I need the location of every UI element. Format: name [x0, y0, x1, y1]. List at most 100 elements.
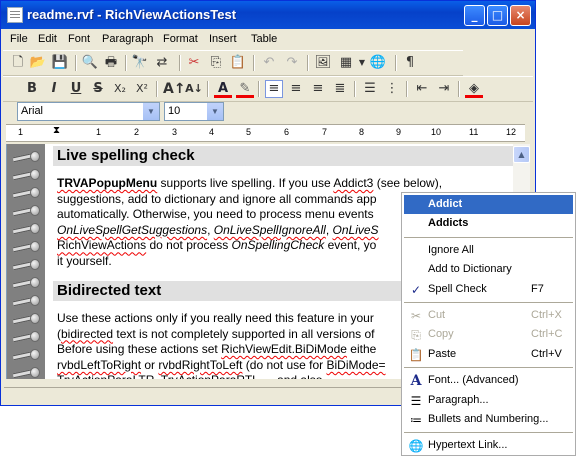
- font-icon: A: [410, 373, 422, 390]
- scroll-up-button[interactable]: ▲: [513, 146, 530, 163]
- minimize-button[interactable]: _: [464, 5, 485, 26]
- text-run: suggestions, add to dictionary and ignor…: [57, 191, 377, 206]
- ruler-mark: 12: [506, 127, 517, 137]
- print-icon[interactable]: 🖶: [102, 54, 120, 72]
- font-size-combo[interactable]: 10 ▼: [164, 102, 224, 121]
- standard-toolbar: 🗋 📂 💾 🔍 🖶 🔭 ⇄ ✂ ⎘ 📋 ↶ ↷ 🖼 ▦ ▼ 🌐 ¶: [3, 50, 463, 76]
- context-menu-item-addict[interactable]: Addict: [404, 195, 573, 214]
- text-run: Before using these actions set: [57, 342, 222, 357]
- increase-indent-icon[interactable]: ⇥: [435, 80, 453, 98]
- highlight-icon[interactable]: ✎: [236, 80, 254, 98]
- align-left-icon[interactable]: ≡: [265, 80, 283, 98]
- menu-item-label: Addict: [428, 198, 463, 210]
- superscript-icon[interactable]: X²: [133, 80, 151, 98]
- font-name-combo[interactable]: Arial ▼: [17, 102, 160, 121]
- menu-item-label: Font... (Advanced): [428, 374, 519, 387]
- ruler-mark: 9: [396, 127, 402, 137]
- context-menu-item-add-to-dictionary[interactable]: Add to Dictionary: [404, 260, 573, 279]
- numbering-icon[interactable]: ⋮: [383, 80, 401, 98]
- indent-marker-icon[interactable]: ⧗: [53, 125, 60, 136]
- context-menu-item-font-advanced[interactable]: A Font... (Advanced): [404, 371, 573, 390]
- misspelled-word: rvbdRightToLeft: [158, 357, 243, 372]
- menu-item-shortcut: Ctrl+X: [531, 309, 562, 321]
- context-menu-item-cut[interactable]: ✂ Cut Ctrl+X: [404, 306, 573, 325]
- copy-icon[interactable]: ⎘: [207, 54, 225, 72]
- chevron-down-icon[interactable]: ▼: [206, 103, 223, 120]
- context-menu-item-hypertext-link[interactable]: 🌐 Hypertext Link...: [404, 436, 573, 455]
- document-icon: [7, 7, 23, 23]
- strikethrough-icon[interactable]: S: [89, 80, 107, 98]
- spiral-ring-icon: [13, 186, 41, 200]
- misspelled-word: OnLiveS: [332, 222, 379, 237]
- save-icon[interactable]: 💾: [51, 54, 69, 72]
- context-menu-item-spell-check[interactable]: ✓ Spell Check F7: [404, 280, 573, 299]
- decrease-indent-icon[interactable]: ⇤: [413, 80, 431, 98]
- find-icon[interactable]: 🔭: [131, 54, 149, 72]
- menu-insert[interactable]: Insert: [209, 33, 237, 45]
- context-menu-item-ignore-all[interactable]: Ignore All: [404, 241, 573, 260]
- misspelled-word: bidirected: [61, 326, 114, 341]
- ruler-mark: 5: [246, 127, 252, 137]
- redo-icon[interactable]: ↷: [283, 54, 301, 72]
- text-run: supports live spelling. If you use: [157, 176, 334, 190]
- spiral-ring-icon: [13, 312, 41, 326]
- menu-edit[interactable]: Edit: [38, 33, 57, 45]
- shrink-font-icon[interactable]: A↓: [185, 80, 203, 98]
- menu-item-label: Paragraph...: [428, 393, 489, 406]
- ruler-mark: 11: [469, 127, 479, 137]
- context-menu-item-copy[interactable]: ⎘ Copy Ctrl+C: [404, 325, 573, 344]
- text-run: or: [141, 357, 159, 372]
- background-color-icon[interactable]: ◈: [465, 80, 483, 98]
- menu-separator: [404, 302, 573, 303]
- context-menu-item-bullets-and-numbering[interactable]: ≔ Bullets and Numbering...: [404, 410, 573, 429]
- chevron-down-icon[interactable]: ▼: [142, 103, 159, 120]
- hyperlink-icon[interactable]: 🌐: [369, 54, 387, 72]
- italic-icon[interactable]: I: [45, 80, 63, 98]
- ruler-mark: 1: [96, 127, 102, 137]
- context-menu-item-addicts[interactable]: Addicts: [404, 214, 573, 233]
- maximize-button[interactable]: □: [487, 5, 508, 26]
- menu-separator: [404, 236, 573, 238]
- close-button[interactable]: ×: [510, 5, 531, 26]
- align-right-icon[interactable]: ≡: [309, 80, 327, 98]
- open-folder-icon[interactable]: 📂: [29, 54, 47, 72]
- text-run: it yourself.: [57, 253, 112, 268]
- title-bar[interactable]: readme.rvf - RichViewActionsTest _ □ ×: [1, 1, 535, 29]
- text-run: (see below),: [373, 176, 443, 190]
- text-run: ,: [325, 222, 333, 237]
- print-preview-icon[interactable]: 🔍: [81, 54, 99, 72]
- insert-picture-icon[interactable]: 🖼: [314, 54, 332, 72]
- spiral-ring-icon: [13, 366, 41, 379]
- text-run: OnSpellingCheck: [231, 238, 325, 253]
- ruler-mark: 10: [431, 127, 442, 137]
- subscript-icon[interactable]: X₂: [111, 80, 129, 98]
- font-color-icon[interactable]: A: [214, 80, 232, 98]
- show-special-chars-icon[interactable]: ¶: [401, 54, 419, 72]
- replace-icon[interactable]: ⇄: [153, 54, 171, 72]
- menu-file[interactable]: File: [10, 33, 28, 45]
- underline-icon[interactable]: U: [67, 80, 85, 98]
- ruler[interactable]: 1 ⧗ 1 2 3 4 5 6 7 8 9 10 11 12: [6, 124, 525, 142]
- paste-icon[interactable]: 📋: [229, 54, 247, 72]
- menu-table[interactable]: Table: [251, 33, 277, 45]
- bullets-icon[interactable]: ☰: [361, 80, 379, 98]
- context-menu-item-paste[interactable]: 📋 Paste Ctrl+V: [404, 345, 573, 364]
- context-menu-item-paragraph[interactable]: ☰ Paragraph...: [404, 391, 573, 410]
- bold-icon[interactable]: B: [23, 80, 41, 98]
- new-file-icon[interactable]: 🗋: [9, 54, 27, 72]
- formatting-toolbar: B I U S X₂ X² A↑ A↓ A ✎ ≡ ≡ ≡ ≣ ☰ ⋮ ⇤ ⇥ …: [3, 76, 533, 102]
- menu-separator: [404, 432, 573, 434]
- undo-icon[interactable]: ↶: [260, 54, 278, 72]
- text-line: TRVAPopupMenu supports live spelling. If…: [57, 176, 514, 192]
- text-run: eithe: [346, 342, 377, 357]
- font-name-value: Arial: [21, 105, 44, 117]
- grow-font-icon[interactable]: A↑: [163, 80, 186, 98]
- menu-format[interactable]: Format: [163, 33, 198, 45]
- align-center-icon[interactable]: ≡: [287, 80, 305, 98]
- menu-paragraph[interactable]: Paragraph: [102, 33, 153, 45]
- cut-icon[interactable]: ✂: [185, 54, 203, 72]
- spiral-ring-icon: [13, 204, 41, 218]
- justify-icon[interactable]: ≣: [331, 80, 349, 98]
- copy-icon: ⎘: [411, 328, 421, 343]
- menu-font[interactable]: Font: [68, 33, 90, 45]
